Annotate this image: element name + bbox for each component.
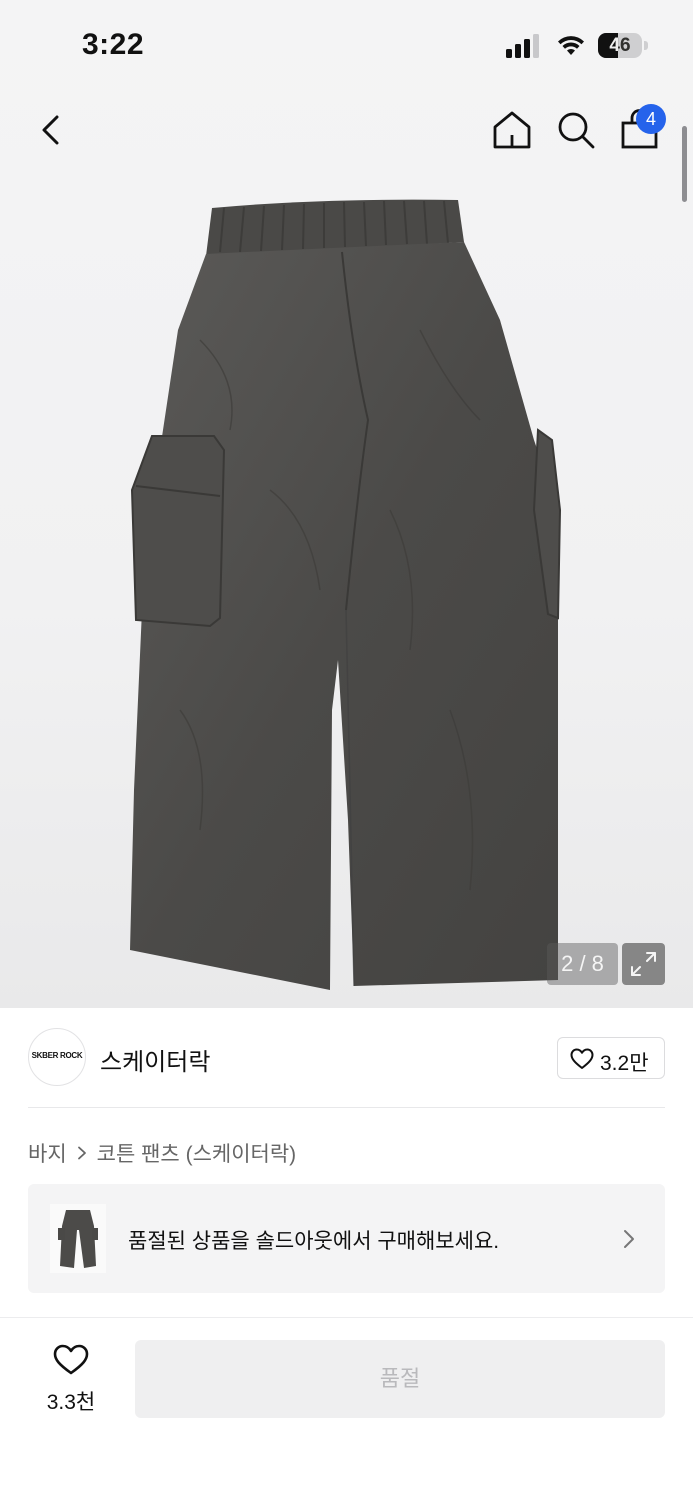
brand-logo-text: SKBER ROCK bbox=[31, 1051, 83, 1060]
chevron-right-icon bbox=[624, 1230, 634, 1248]
status-time: 3:22 bbox=[82, 28, 145, 61]
bottom-bar-divider bbox=[0, 1317, 693, 1318]
battery-body: 46 bbox=[598, 33, 642, 58]
status-bar: 3:22 46 bbox=[0, 0, 693, 90]
product-hero: 3:22 46 4 2 / 8 bbox=[0, 0, 693, 1008]
product-thumbnail bbox=[50, 1204, 106, 1273]
battery-level: 46 bbox=[609, 35, 631, 56]
back-button[interactable] bbox=[32, 108, 72, 152]
brand-name[interactable]: 스케이터락 bbox=[100, 1042, 210, 1077]
home-icon[interactable] bbox=[490, 108, 534, 152]
product-image-pants[interactable] bbox=[120, 190, 580, 1000]
heart-icon bbox=[53, 1344, 89, 1375]
wifi-icon bbox=[558, 36, 584, 55]
battery-nub bbox=[644, 41, 648, 50]
battery-indicator: 46 bbox=[598, 33, 648, 58]
divider bbox=[28, 1107, 665, 1108]
breadcrumb: 바지 코튼 팬츠 (스케이터락) bbox=[28, 1139, 296, 1167]
brand-logo[interactable]: SKBER ROCK bbox=[28, 1028, 86, 1086]
cart-count-badge: 4 bbox=[636, 104, 666, 134]
heart-icon bbox=[570, 1048, 594, 1069]
brand-like-button[interactable]: 3.2만 bbox=[557, 1037, 665, 1079]
cellular-signal-icon bbox=[506, 34, 539, 58]
soldout-purchase-button: 품절 bbox=[135, 1340, 665, 1418]
breadcrumb-category[interactable]: 바지 bbox=[28, 1138, 67, 1168]
breadcrumb-product[interactable]: 코튼 팬츠 (스케이터락) bbox=[97, 1138, 297, 1168]
chevron-right-icon bbox=[77, 1146, 86, 1160]
soldout-banner-text: 품절된 상품을 솔드아웃에서 구매해보세요. bbox=[128, 1230, 500, 1253]
wishlist-button[interactable]: 3.3천 bbox=[28, 1340, 114, 1420]
wishlist-count: 3.3천 bbox=[46, 1391, 96, 1414]
soldout-link-banner[interactable]: 품절된 상품을 솔드아웃에서 구매해보세요. bbox=[28, 1184, 665, 1293]
search-icon[interactable] bbox=[554, 108, 598, 152]
brand-like-count: 3.2만 bbox=[600, 1052, 649, 1075]
expand-icon[interactable] bbox=[622, 943, 665, 985]
scroll-indicator bbox=[682, 126, 687, 202]
image-counter: 2 / 8 bbox=[547, 943, 618, 985]
